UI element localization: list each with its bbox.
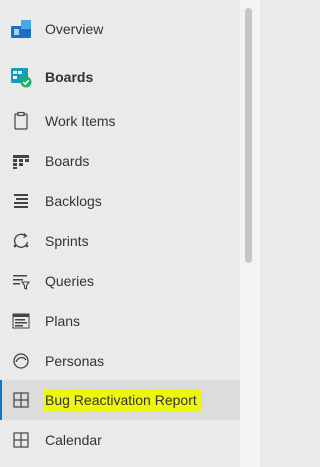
- nav-item-label: Boards: [45, 69, 94, 85]
- highlighted-label: Bug Reactivation Report: [43, 390, 202, 411]
- nav-item-sprints[interactable]: Sprints: [0, 221, 240, 261]
- backlogs-icon: [10, 190, 32, 212]
- nav-item-label: Backlogs: [45, 193, 102, 209]
- boards-hub-icon: [10, 66, 32, 88]
- nav-item-label: Bug Reactivation Report: [43, 390, 202, 411]
- nav-item-calendar[interactable]: Calendar: [0, 420, 240, 460]
- nav-item-overview[interactable]: Overview: [0, 9, 240, 49]
- nav-item-queries[interactable]: Queries: [0, 261, 240, 301]
- report-grid-icon: [10, 389, 32, 411]
- nav-item-label: Sprints: [45, 233, 89, 249]
- scrollbar-thumb[interactable]: [245, 8, 252, 263]
- nav-item-label: Calendar: [45, 432, 102, 448]
- nav-item-personas[interactable]: Personas: [0, 341, 240, 381]
- work-items-icon: [10, 110, 32, 132]
- nav-item-work-items[interactable]: Work Items: [0, 101, 240, 141]
- nav-item-plans[interactable]: Plans: [0, 301, 240, 341]
- boards-icon: [10, 150, 32, 172]
- nav-item-backlogs[interactable]: Backlogs: [0, 181, 240, 221]
- nav-item-bug-reactivation-report[interactable]: Bug Reactivation Report: [0, 380, 240, 420]
- nav-item-label: Plans: [45, 313, 81, 329]
- plans-icon: [10, 310, 32, 332]
- nav-item-label: Queries: [45, 273, 95, 289]
- overview-icon: [10, 18, 32, 40]
- nav-item-label: Work Items: [45, 113, 116, 129]
- nav-item-label: Personas: [45, 353, 105, 369]
- nav-item-boards[interactable]: Boards: [0, 141, 240, 181]
- nav-item-label: Boards: [45, 153, 90, 169]
- personas-icon: [10, 350, 32, 372]
- sprints-icon: [10, 230, 32, 252]
- calendar-grid-icon: [10, 429, 32, 451]
- project-navigation: Overview Boards Work Items Boards Backlo…: [0, 0, 240, 467]
- nav-item-label: Overview: [45, 21, 104, 37]
- nav-item-boards-hub[interactable]: Boards: [0, 57, 240, 97]
- queries-icon: [10, 270, 32, 292]
